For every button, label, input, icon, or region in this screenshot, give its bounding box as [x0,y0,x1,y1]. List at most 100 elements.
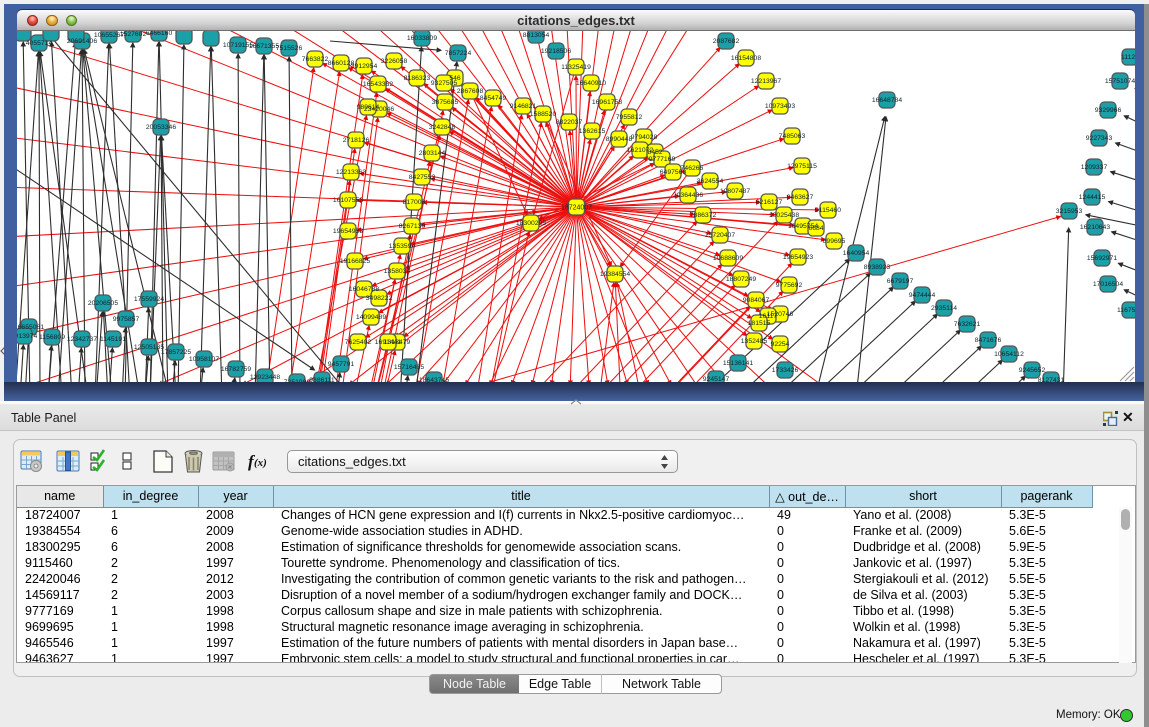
svg-text:1527602: 1527602 [120,31,147,38]
svg-text:15692971: 15692971 [1087,255,1117,262]
svg-text:1353594: 1353594 [389,243,416,250]
svg-text:9084067: 9084067 [743,297,770,304]
svg-text:746266: 746266 [681,165,704,172]
svg-text:1588520: 1588520 [530,111,557,118]
svg-text:8471676: 8471676 [975,337,1002,344]
svg-text:17857225: 17857225 [161,349,191,356]
svg-text:3498222: 3498222 [366,295,393,302]
svg-text:20206505: 20206505 [88,300,118,307]
svg-text:12505135: 12505135 [134,344,164,351]
svg-text:10958107: 10958107 [189,356,219,363]
svg-text:16543362: 16543362 [363,81,393,88]
svg-text:15136141: 15136141 [723,360,753,367]
svg-text:10973493: 10973493 [765,103,795,110]
svg-text:1244415: 1244415 [1079,194,1106,201]
svg-text:8186323: 8186323 [404,75,431,82]
svg-text:10025438: 10025438 [769,212,799,219]
svg-text:8938923: 8938923 [864,264,891,271]
svg-text:16961758: 16961758 [592,99,622,106]
svg-text:8990448: 8990448 [606,136,633,143]
svg-text:18300295: 18300295 [516,220,546,227]
svg-text:1733426: 1733426 [772,367,799,374]
svg-text:8452: 8452 [647,149,662,156]
svg-text:10688609: 10688609 [713,255,743,262]
svg-text:12213363: 12213363 [336,169,366,176]
svg-text:9245652: 9245652 [1019,367,1046,374]
svg-text:18807249: 18807249 [726,276,756,283]
svg-text:20364436: 20364436 [673,192,703,199]
svg-text:699695: 699695 [823,238,846,245]
svg-text:7857224: 7857224 [445,50,472,57]
svg-text:3913974: 3913974 [17,333,37,340]
svg-text:181515: 181515 [748,320,771,327]
svg-text:1352485: 1352485 [741,338,768,345]
svg-text:7625402: 7625402 [345,339,372,346]
svg-text:10654112: 10654112 [994,351,1024,358]
svg-text:1358034: 1358034 [384,268,411,275]
svg-text:8267130: 8267130 [399,223,426,230]
svg-text:20691406: 20691406 [67,38,97,45]
svg-text:19654933: 19654933 [333,228,363,235]
svg-text:9975857: 9975857 [113,316,140,323]
svg-text:9886111: 9886111 [309,377,335,382]
svg-text:11120: 11120 [1121,54,1135,61]
svg-text:2867608: 2867608 [457,88,484,95]
svg-text:19384554: 19384554 [600,271,630,278]
svg-text:817008: 817008 [403,199,426,206]
svg-text:1362615: 1362615 [579,128,606,135]
svg-text:15716485: 15716485 [394,364,424,371]
svg-text:1145191: 1145191 [100,336,126,343]
svg-text:1640954: 1640954 [843,250,870,257]
svg-text:15751074: 15751074 [1105,78,1135,85]
svg-text:16210643: 16210643 [1080,224,1110,231]
svg-text:18724007: 18724007 [561,205,592,212]
svg-text:11325419: 11325419 [561,64,591,71]
svg-text:989614: 989614 [357,104,380,111]
svg-text:16107553: 16107553 [333,197,363,204]
svg-text:2087682: 2087682 [713,38,740,45]
svg-text:(x): (x) [254,457,267,469]
svg-text:7632621: 7632621 [954,321,981,328]
svg-text:9329966: 9329966 [1095,107,1122,114]
svg-text:12213967: 12213967 [751,78,781,85]
svg-text:7955812: 7955812 [616,114,643,121]
svg-text:92254: 92254 [771,341,790,348]
svg-text:2718126: 2718126 [343,137,370,144]
svg-text:3242848: 3242848 [429,124,456,131]
svg-text:15720407: 15720407 [705,232,735,239]
svg-text:9227343: 9227343 [1086,135,1113,142]
svg-text:7515526: 7515526 [276,45,303,52]
svg-text:8454749: 8454749 [480,95,507,102]
svg-text:1167531: 1167531 [1117,307,1135,314]
svg-text:8127431: 8127431 [1038,377,1065,382]
svg-text:12975115: 12975115 [787,163,817,170]
svg-text:7886372: 7886372 [690,212,717,219]
svg-text:9463627: 9463627 [787,194,814,201]
svg-text:8813054: 8813054 [523,32,550,39]
svg-text:10807487: 10807487 [720,188,750,195]
svg-text:6466160: 6466160 [146,31,173,37]
svg-text:6684: 6684 [808,225,823,232]
svg-text:17559924: 17559924 [134,296,164,303]
svg-text:9245147: 9245147 [703,376,730,382]
svg-text:19218506: 19218506 [541,48,571,55]
svg-text:12342737: 12342737 [67,336,97,343]
svg-text:3624554: 3624554 [697,178,724,185]
svg-text:19654923: 19654923 [783,254,813,261]
svg-text:3226058: 3226058 [381,58,408,65]
svg-text:7485063: 7485063 [779,133,806,140]
svg-text:20053346: 20053346 [146,124,176,131]
svg-text:9775692: 9775692 [776,282,803,289]
svg-text:9146821: 9146821 [510,103,537,110]
svg-text:16046788: 16046788 [349,286,379,293]
svg-text:16671355: 16671355 [249,43,279,50]
svg-text:16154808: 16154808 [731,55,761,62]
svg-text:16782759: 16782759 [221,366,251,373]
svg-text:7251989: 7251989 [284,379,311,382]
svg-text:9777169: 9777169 [649,156,676,163]
svg-text:12923448: 12923448 [250,374,280,381]
svg-text:1209337: 1209337 [1081,164,1108,171]
svg-text:18643745: 18643745 [419,377,449,382]
svg-text:9794028: 9794028 [631,134,658,141]
svg-text:16655061: 16655061 [17,324,44,331]
